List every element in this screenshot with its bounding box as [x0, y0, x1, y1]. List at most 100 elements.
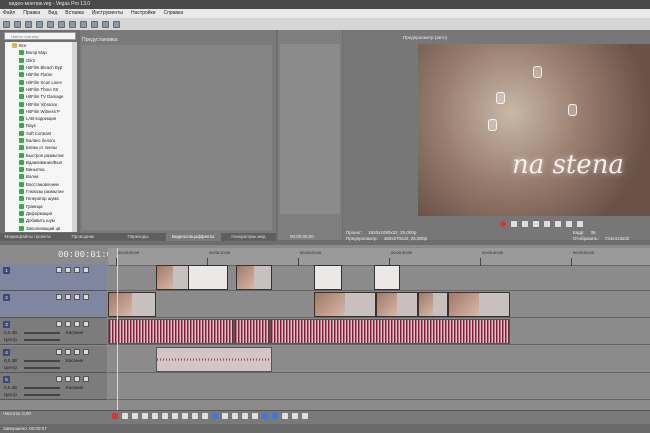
preview-quality[interactable]: Предпросмотр (авто)	[343, 33, 650, 43]
play-icon[interactable]	[533, 221, 539, 227]
automation-icon[interactable]	[83, 267, 89, 273]
video-clip[interactable]	[108, 292, 156, 317]
video-clip[interactable]	[448, 292, 510, 317]
plugin-item[interactable]: HitFilm Scan Lines	[5, 78, 72, 85]
lock-envelopes-icon[interactable]	[292, 413, 298, 419]
prev-frame-icon[interactable]	[192, 413, 198, 419]
tab-project-media[interactable]: Медиафайлы проекта	[0, 233, 55, 241]
plugin-item[interactable]: Восстановление	[5, 181, 72, 188]
plugin-item[interactable]: Glint	[5, 57, 72, 64]
volume-slider[interactable]	[24, 387, 60, 389]
solo-icon[interactable]	[65, 349, 71, 355]
stop-icon[interactable]	[162, 413, 168, 419]
plugin-item[interactable]: Rays	[5, 122, 72, 129]
fx-icon[interactable]	[74, 294, 80, 300]
trimmer-view[interactable]	[280, 44, 340, 214]
audio-clip[interactable]	[270, 319, 510, 344]
solo-icon[interactable]	[65, 376, 71, 382]
redo-icon[interactable]	[102, 20, 109, 28]
plugin-item[interactable]: Волна	[5, 173, 72, 180]
loop-icon[interactable]	[511, 221, 517, 227]
track-header-3[interactable]: 3 0,0 dB Центр Касание	[0, 318, 107, 345]
pause-icon[interactable]	[544, 221, 550, 227]
track-lane-5[interactable]	[108, 373, 650, 400]
preset-list[interactable]	[82, 45, 272, 230]
video-clip[interactable]	[156, 265, 190, 290]
paste-icon[interactable]	[80, 20, 87, 28]
undo-icon[interactable]	[91, 20, 98, 28]
plugin-item[interactable]: Bump Map	[5, 49, 72, 56]
solo-icon[interactable]	[65, 267, 71, 273]
new-icon[interactable]	[3, 20, 10, 28]
plugin-item[interactable]: HitFilm Witness P	[5, 108, 72, 115]
plugin-item[interactable]: Быстрое размытие	[5, 151, 72, 158]
track-header-4[interactable]: 4 0,0 dB Центр Касание	[0, 346, 107, 373]
menu-file[interactable]: Файл	[3, 9, 15, 18]
plugin-item[interactable]: HitFilm Three Str	[5, 86, 72, 93]
tab-transitions[interactable]: Переходы	[110, 233, 165, 241]
pan-slider[interactable]	[24, 394, 60, 396]
plugin-item[interactable]: Баланс белого	[5, 137, 72, 144]
record-icon[interactable]	[500, 221, 506, 227]
solo-icon[interactable]	[65, 321, 71, 327]
record-icon[interactable]	[112, 413, 118, 419]
track-lane-3[interactable]	[108, 318, 650, 345]
mute-icon[interactable]	[56, 376, 62, 382]
video-clip[interactable]	[376, 292, 418, 317]
automation-icon[interactable]	[83, 321, 89, 327]
fx-icon[interactable]	[74, 267, 80, 273]
tab-media-generators[interactable]: Генераторы мед	[221, 233, 276, 241]
auto-crossfade-icon[interactable]	[272, 413, 278, 419]
ripple-icon[interactable]	[282, 413, 288, 419]
open-icon[interactable]	[14, 20, 21, 28]
tab-explorer[interactable]: Проводник	[55, 233, 110, 241]
track-header-5[interactable]: 5 0,0 dB Центр Касание	[0, 373, 107, 400]
mute-icon[interactable]	[56, 267, 62, 273]
play-from-start-icon[interactable]	[522, 221, 528, 227]
plugin-item[interactable]: HitFilm TV Damage	[5, 93, 72, 100]
track-header-1[interactable]: 1	[0, 264, 107, 291]
video-clip[interactable]	[374, 265, 400, 290]
plugin-item[interactable]: Виньетка	[5, 166, 72, 173]
plugin-item[interactable]: Деформация	[5, 210, 72, 217]
pause-icon[interactable]	[152, 413, 158, 419]
pan-slider[interactable]	[24, 339, 60, 341]
properties-icon[interactable]	[36, 20, 43, 28]
menu-tools[interactable]: Инструменты	[92, 9, 123, 18]
mute-icon[interactable]	[56, 321, 62, 327]
menu-insert[interactable]: Вставка	[65, 9, 84, 18]
prev-frame-icon[interactable]	[566, 221, 572, 227]
automation-icon[interactable]	[83, 294, 89, 300]
go-end-icon[interactable]	[182, 413, 188, 419]
audio-clip[interactable]	[156, 347, 272, 372]
plugin-item[interactable]: HitFilm Bleach Byp	[5, 64, 72, 71]
tree-scrollbar[interactable]	[72, 42, 77, 232]
plugin-tree[interactable]: Все Bump Map Glint HitFilm Bleach Byp HitFi…	[5, 42, 72, 232]
audio-clip[interactable]	[108, 319, 234, 344]
plugin-item[interactable]: Добавить шум	[5, 217, 72, 224]
render-icon[interactable]	[47, 20, 54, 28]
plugin-item[interactable]: Вдавливание/Вып	[5, 159, 72, 166]
volume-slider[interactable]	[24, 360, 60, 362]
normal-edit-tool-icon[interactable]	[212, 413, 218, 419]
tab-video-fx[interactable]: Видеоспецэффекты	[165, 233, 221, 241]
video-clip[interactable]	[236, 265, 272, 290]
mute-icon[interactable]	[56, 349, 62, 355]
plugin-item[interactable]: Граница	[5, 203, 72, 210]
video-clip[interactable]	[418, 292, 448, 317]
tree-root[interactable]: Все	[5, 42, 72, 49]
fx-icon[interactable]	[74, 349, 80, 355]
menu-view[interactable]: Вид	[48, 9, 57, 18]
automation-icon[interactable]	[83, 349, 89, 355]
video-clip[interactable]	[188, 265, 228, 290]
track-lane-2[interactable]	[108, 291, 650, 318]
track-lane-4[interactable]	[108, 346, 650, 373]
plugin-item[interactable]: Генератор шума	[5, 195, 72, 202]
plugin-item[interactable]: HitFilm Flame	[5, 71, 72, 78]
split-icon[interactable]	[242, 413, 248, 419]
stop-icon[interactable]	[555, 221, 561, 227]
fx-icon[interactable]	[74, 321, 80, 327]
menu-edit[interactable]: Правка	[23, 9, 40, 18]
track-lane-1[interactable]	[108, 264, 650, 291]
video-clip[interactable]	[314, 265, 342, 290]
